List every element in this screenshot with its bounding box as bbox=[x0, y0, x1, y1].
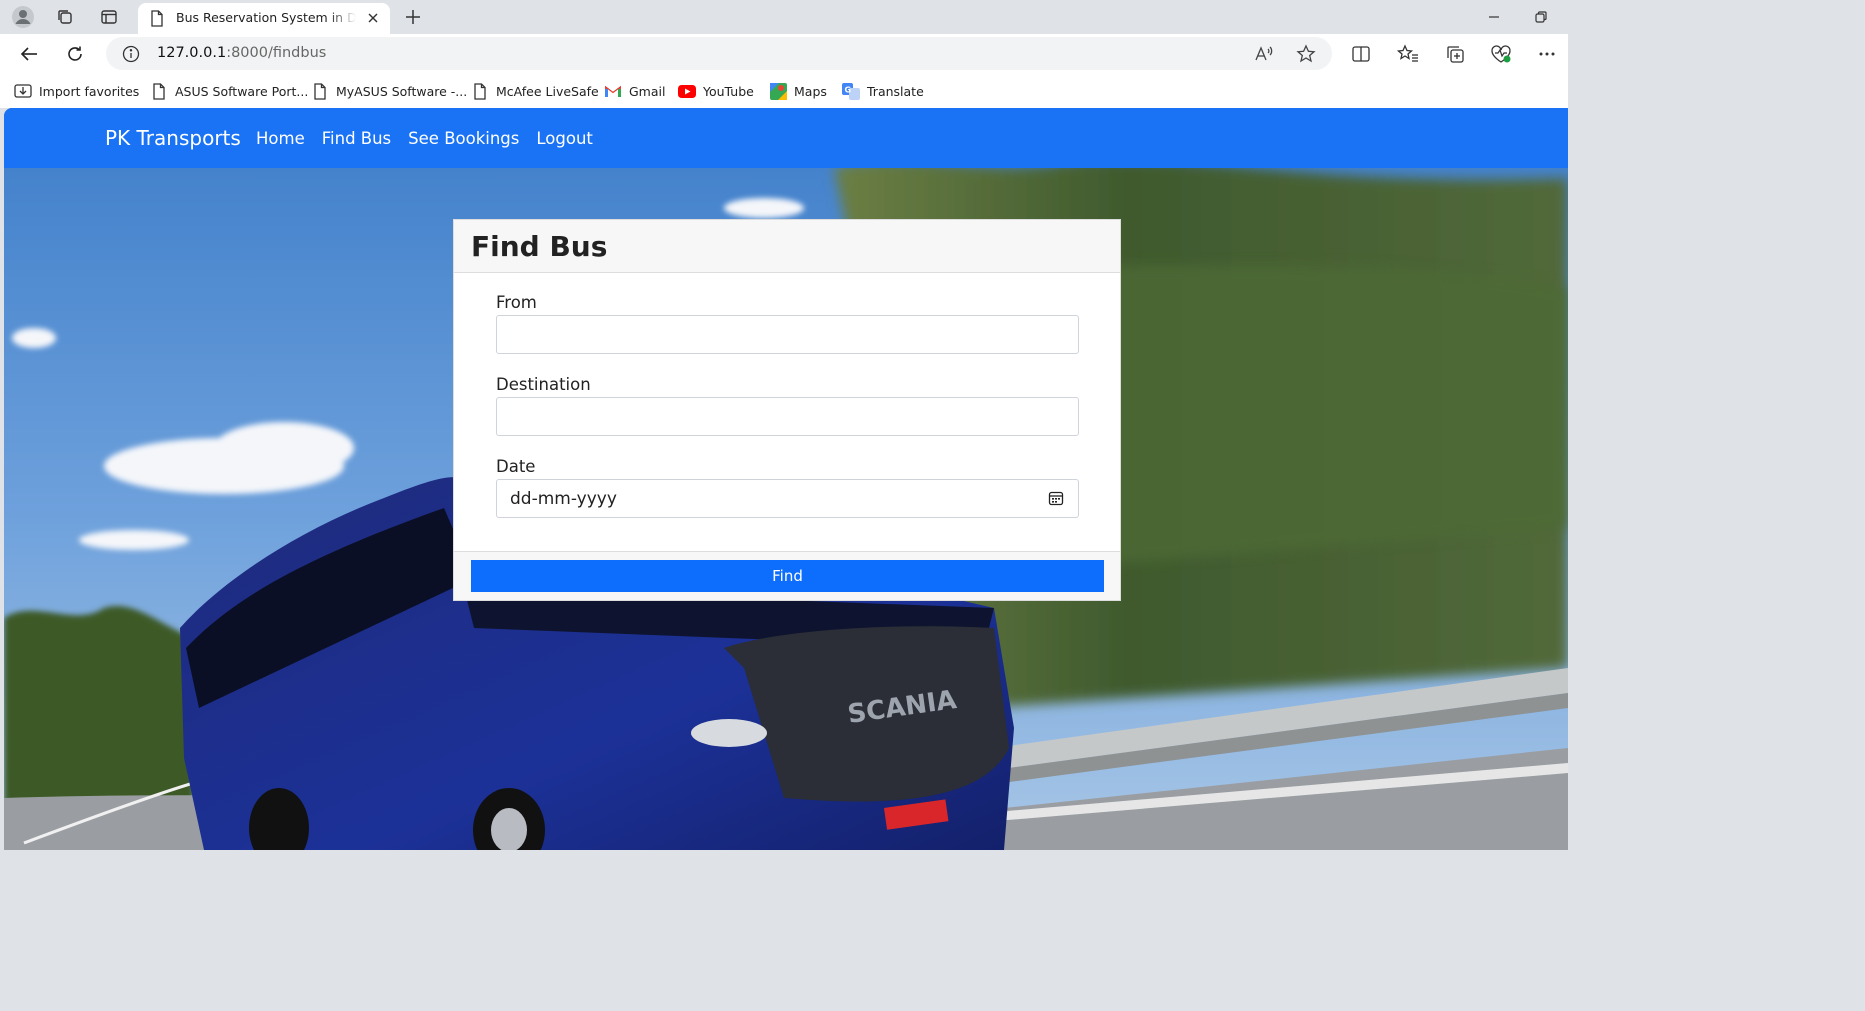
restore-button[interactable] bbox=[1518, 4, 1564, 30]
nav-links: Home Find Bus See Bookings Logout bbox=[256, 129, 593, 148]
date-input[interactable]: dd-mm-yyyy bbox=[496, 479, 1079, 518]
favorite-maps[interactable]: Maps bbox=[769, 81, 827, 101]
form-title: Find Bus bbox=[471, 230, 608, 263]
refresh-icon[interactable] bbox=[60, 40, 90, 68]
card-header: Find Bus bbox=[454, 220, 1120, 273]
import-icon bbox=[14, 82, 32, 100]
translate-icon: G bbox=[842, 82, 860, 100]
favorite-gmail[interactable]: Gmail bbox=[604, 81, 665, 101]
find-bus-form-card: Find Bus From Destination Date dd-mm-yyy… bbox=[453, 219, 1121, 601]
nav-link-see-bookings[interactable]: See Bookings bbox=[408, 129, 519, 148]
browser-toolbar: 127.0.0.1:8000/findbus bbox=[0, 34, 1568, 74]
from-input[interactable] bbox=[496, 315, 1079, 354]
page-icon bbox=[150, 10, 164, 31]
nav-link-home[interactable]: Home bbox=[256, 129, 305, 148]
card-footer: Find bbox=[454, 551, 1120, 600]
favorites-list-icon[interactable] bbox=[1393, 40, 1423, 68]
maps-icon bbox=[769, 82, 787, 100]
favorite-star-icon[interactable] bbox=[1294, 42, 1318, 66]
favorite-import-favorites[interactable]: Import favorites bbox=[14, 81, 139, 101]
destination-label: Destination bbox=[496, 375, 591, 394]
collections-icon[interactable] bbox=[1440, 40, 1470, 68]
site-brand[interactable]: PK Transports bbox=[105, 126, 241, 150]
active-tab[interactable]: Bus Reservation System in Django bbox=[138, 3, 390, 34]
svg-text:G: G bbox=[845, 85, 852, 94]
tab-actions-icon[interactable] bbox=[96, 5, 122, 29]
address-bar[interactable]: 127.0.0.1:8000/findbus bbox=[106, 37, 1332, 70]
youtube-icon bbox=[678, 82, 696, 100]
new-tab-button[interactable] bbox=[400, 5, 426, 29]
browser-tab-bar: Bus Reservation System in Django bbox=[0, 0, 1568, 34]
tab-title: Bus Reservation System in Django bbox=[176, 10, 356, 25]
split-screen-icon[interactable] bbox=[1346, 40, 1376, 68]
back-arrow-icon[interactable] bbox=[14, 40, 44, 68]
from-label: From bbox=[496, 293, 537, 312]
read-aloud-icon[interactable] bbox=[1252, 42, 1276, 66]
favorite-youtube[interactable]: YouTube bbox=[678, 81, 754, 101]
favorite-asus-software-portal[interactable]: ASUS Software Port... bbox=[150, 81, 308, 101]
close-tab-icon[interactable] bbox=[364, 9, 382, 27]
nav-link-find-bus[interactable]: Find Bus bbox=[322, 129, 391, 148]
workspaces-icon[interactable] bbox=[52, 5, 78, 29]
page-icon bbox=[150, 82, 168, 100]
more-menu-icon[interactable] bbox=[1532, 40, 1562, 68]
favorite-myasus-software[interactable]: MyASUS Software -... bbox=[311, 81, 467, 101]
site-navbar: PK Transports Home Find Bus See Bookings… bbox=[4, 108, 1568, 168]
calendar-icon[interactable] bbox=[1048, 490, 1064, 510]
page-viewport: SCANIA PK Transports Home Find Bus See B… bbox=[4, 108, 1568, 850]
browser-essentials-icon[interactable] bbox=[1486, 40, 1516, 68]
favorite-mcafee-livesafe[interactable]: McAfee LiveSafe bbox=[471, 81, 599, 101]
page-icon bbox=[311, 82, 329, 100]
profile-icon[interactable] bbox=[10, 5, 36, 29]
gmail-icon bbox=[604, 82, 622, 100]
page-icon bbox=[471, 82, 489, 100]
minimize-button[interactable] bbox=[1471, 4, 1517, 30]
url-text: 127.0.0.1:8000/findbus bbox=[157, 45, 327, 61]
favorites-bar: Import favorites ASUS Software Port... M… bbox=[0, 74, 1568, 108]
destination-input[interactable] bbox=[496, 397, 1079, 436]
date-label: Date bbox=[496, 457, 536, 476]
date-placeholder: dd-mm-yyyy bbox=[510, 489, 617, 509]
site-info-icon[interactable] bbox=[122, 45, 140, 67]
favorite-translate[interactable]: G Translate bbox=[842, 81, 924, 101]
find-button[interactable]: Find bbox=[471, 560, 1104, 592]
nav-link-logout[interactable]: Logout bbox=[536, 129, 593, 148]
